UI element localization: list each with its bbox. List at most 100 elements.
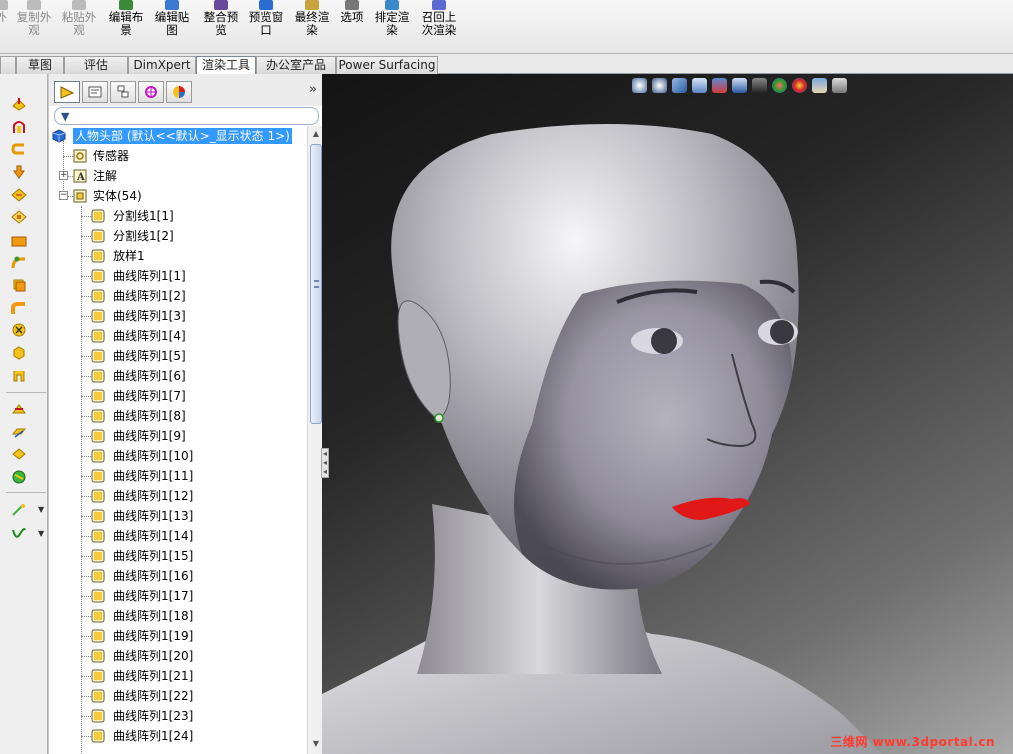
linear-pattern-icon[interactable] (11, 401, 27, 415)
shell-icon[interactable] (11, 446, 27, 460)
tree-body-item-label: 曲线阵列1[3] (113, 309, 186, 323)
tree-body-item-label: 曲线阵列1[16] (113, 569, 194, 583)
ribbon-button-10[interactable]: 召回上 次渲染 (416, 0, 462, 54)
reference-geometry-dropdown-icon[interactable]: ▼ (38, 505, 44, 514)
revolved-cut-icon[interactable] (11, 232, 27, 247)
collapse-panel-icon[interactable]: » (309, 82, 317, 97)
ribbon-button-1[interactable]: 复制外 观 (12, 0, 56, 54)
rib-icon[interactable] (11, 368, 27, 382)
tree-body-item-label: 曲线阵列1[6] (113, 369, 186, 383)
panel-splitter-handle[interactable]: ◂ ◂ ◂ (321, 448, 329, 478)
collapse-solid-bodies-icon[interactable]: − (59, 191, 68, 200)
tree-body-item-label: 曲线阵列1[18] (113, 609, 194, 623)
revolved-boss-icon[interactable] (11, 119, 27, 133)
expand-annotations-icon[interactable]: + (59, 171, 68, 180)
tree-annotations[interactable]: A 注解 (49, 166, 307, 186)
boundary-boss-icon[interactable] (11, 187, 27, 202)
view-settings-icon[interactable] (832, 77, 847, 93)
tree-body-item-label: 曲线阵列1[15] (113, 549, 194, 563)
ribbon-button-8[interactable]: 选项 (336, 0, 368, 54)
feature-manager-tab[interactable] (54, 81, 80, 103)
ribbon-button-6[interactable]: 预览窗 口 (244, 0, 288, 54)
configuration-icon (117, 85, 129, 98)
section-view-icon[interactable] (692, 77, 707, 93)
tree-body-item-label: 曲线阵列1[24] (113, 729, 194, 743)
copy-appearance-icon (27, 0, 41, 10)
display-manager-tab[interactable] (166, 81, 192, 103)
sweep-icon[interactable] (11, 141, 27, 155)
dimxpert-icon (145, 86, 157, 98)
extruded-boss-icon[interactable] (11, 96, 27, 111)
curves-dropdown-icon[interactable]: ▼ (38, 529, 44, 538)
tree-root-part[interactable]: 人物头部 (默认<<默认>_显示状态 1>) (49, 126, 307, 146)
tab-0[interactable] (0, 56, 16, 74)
graphics-viewport[interactable]: 三维网 www.3dportal.cn (322, 74, 1013, 754)
ribbon-button-3[interactable]: 编辑布 景 (104, 0, 148, 54)
ribbon-button-7[interactable]: 最终渲 染 (290, 0, 334, 54)
feature-tree-icon (60, 86, 75, 99)
tree-body-item-label: 曲线阵列1[17] (113, 589, 194, 603)
tree-body-item-label: 曲线阵列1[9] (113, 429, 186, 443)
tree-filter-input[interactable]: ▼ (54, 107, 319, 125)
tab-2[interactable]: 评估 (64, 56, 128, 74)
scrollbar-thumb[interactable] (310, 144, 322, 424)
ribbon-button-2[interactable]: 粘贴外 观 (56, 0, 102, 54)
tree-body-item-label: 曲线阵列1[7] (113, 389, 186, 403)
command-manager-tabs: 草图 评估 DimXpert 渲染工具 办公室产品 Power Surfacing (0, 54, 1013, 75)
dynamic-annotation-icon[interactable] (712, 77, 727, 93)
lofted-cut-icon[interactable] (11, 277, 27, 292)
tree-body-item-label: 曲线阵列1[8] (113, 409, 186, 423)
ribbon-button-label: 复制外 观 (16, 10, 52, 37)
feature-manager-panel: » ▼ 人物头部 (默认<<默认>_显示状态 1>) 传感器 A 注解 实体(54) 分割… (48, 74, 323, 754)
ribbon-button-5[interactable]: 整合预 览 (198, 0, 244, 54)
tab-3[interactable]: DimXpert (128, 56, 196, 74)
edge-icon (0, 0, 8, 10)
tab-5[interactable]: 办公室产品 (256, 56, 336, 74)
apply-scene-icon[interactable] (812, 77, 827, 93)
zoom-to-fit-icon[interactable] (632, 77, 647, 93)
tree-body-item-label: 曲线阵列1[23] (113, 709, 194, 723)
display-style-icon[interactable] (752, 77, 767, 93)
wrap-icon[interactable] (11, 469, 27, 484)
final-render-icon (305, 0, 319, 10)
schedule-render-icon (385, 0, 399, 10)
edit-appearance-icon[interactable] (792, 77, 807, 93)
scroll-down-icon[interactable]: ▼ (310, 738, 322, 750)
loft-icon[interactable] (11, 164, 27, 179)
view-orientation-icon[interactable] (732, 77, 747, 93)
property-manager-tab[interactable] (82, 81, 108, 103)
ribbon-button-4[interactable]: 编辑贴 图 (150, 0, 194, 54)
svg-text:A: A (76, 172, 85, 183)
panel-tabs: » (49, 74, 323, 106)
reference-geometry-icon[interactable] (11, 502, 27, 516)
tree-sensors[interactable]: 传感器 (49, 146, 307, 166)
swept-cut-icon[interactable] (11, 254, 27, 269)
tree-body-item-label: 曲线阵列1[2] (113, 289, 186, 303)
filter-icon: ▼ (61, 110, 70, 123)
fillet-icon[interactable] (11, 322, 27, 337)
ribbon-button-9[interactable]: 排定渲 染 (370, 0, 414, 54)
chamfer-icon[interactable] (11, 345, 27, 360)
tree-solid-bodies[interactable]: 实体(54) (49, 186, 307, 206)
extruded-cut-icon[interactable] (11, 209, 27, 224)
preview-window-icon (259, 0, 273, 10)
watermark-logo: 三维网 www.3dportal.cn (830, 735, 995, 749)
tree-body-item-label: 曲线阵列1[19] (113, 629, 194, 643)
previous-view-icon[interactable] (672, 77, 687, 93)
tab-1[interactable]: 草图 (16, 56, 64, 74)
command-manager-ribbon: 外复制外 观粘贴外 观编辑布 景编辑贴 图整合预 览预览窗 口最终渲 染选项 排定… (0, 0, 1013, 54)
solid-body-icon (91, 729, 105, 749)
curves-icon[interactable] (11, 526, 27, 540)
tab-6[interactable]: Power Surfacing (336, 56, 438, 74)
boundary-cut-icon[interactable] (11, 300, 27, 314)
tree-scrollbar[interactable]: ▲ ▼ (307, 126, 323, 754)
configuration-manager-tab[interactable] (110, 81, 136, 103)
head-model-render[interactable] (322, 74, 1013, 754)
zoom-to-area-icon[interactable] (652, 77, 667, 93)
dimxpert-manager-tab[interactable] (138, 81, 164, 103)
scroll-up-icon[interactable]: ▲ (310, 128, 322, 140)
hide-show-items-icon[interactable] (772, 77, 787, 93)
ribbon-button-0[interactable]: 外 (0, 0, 12, 54)
tab-4[interactable]: 渲染工具 (196, 56, 256, 75)
draft-icon[interactable] (11, 424, 27, 438)
